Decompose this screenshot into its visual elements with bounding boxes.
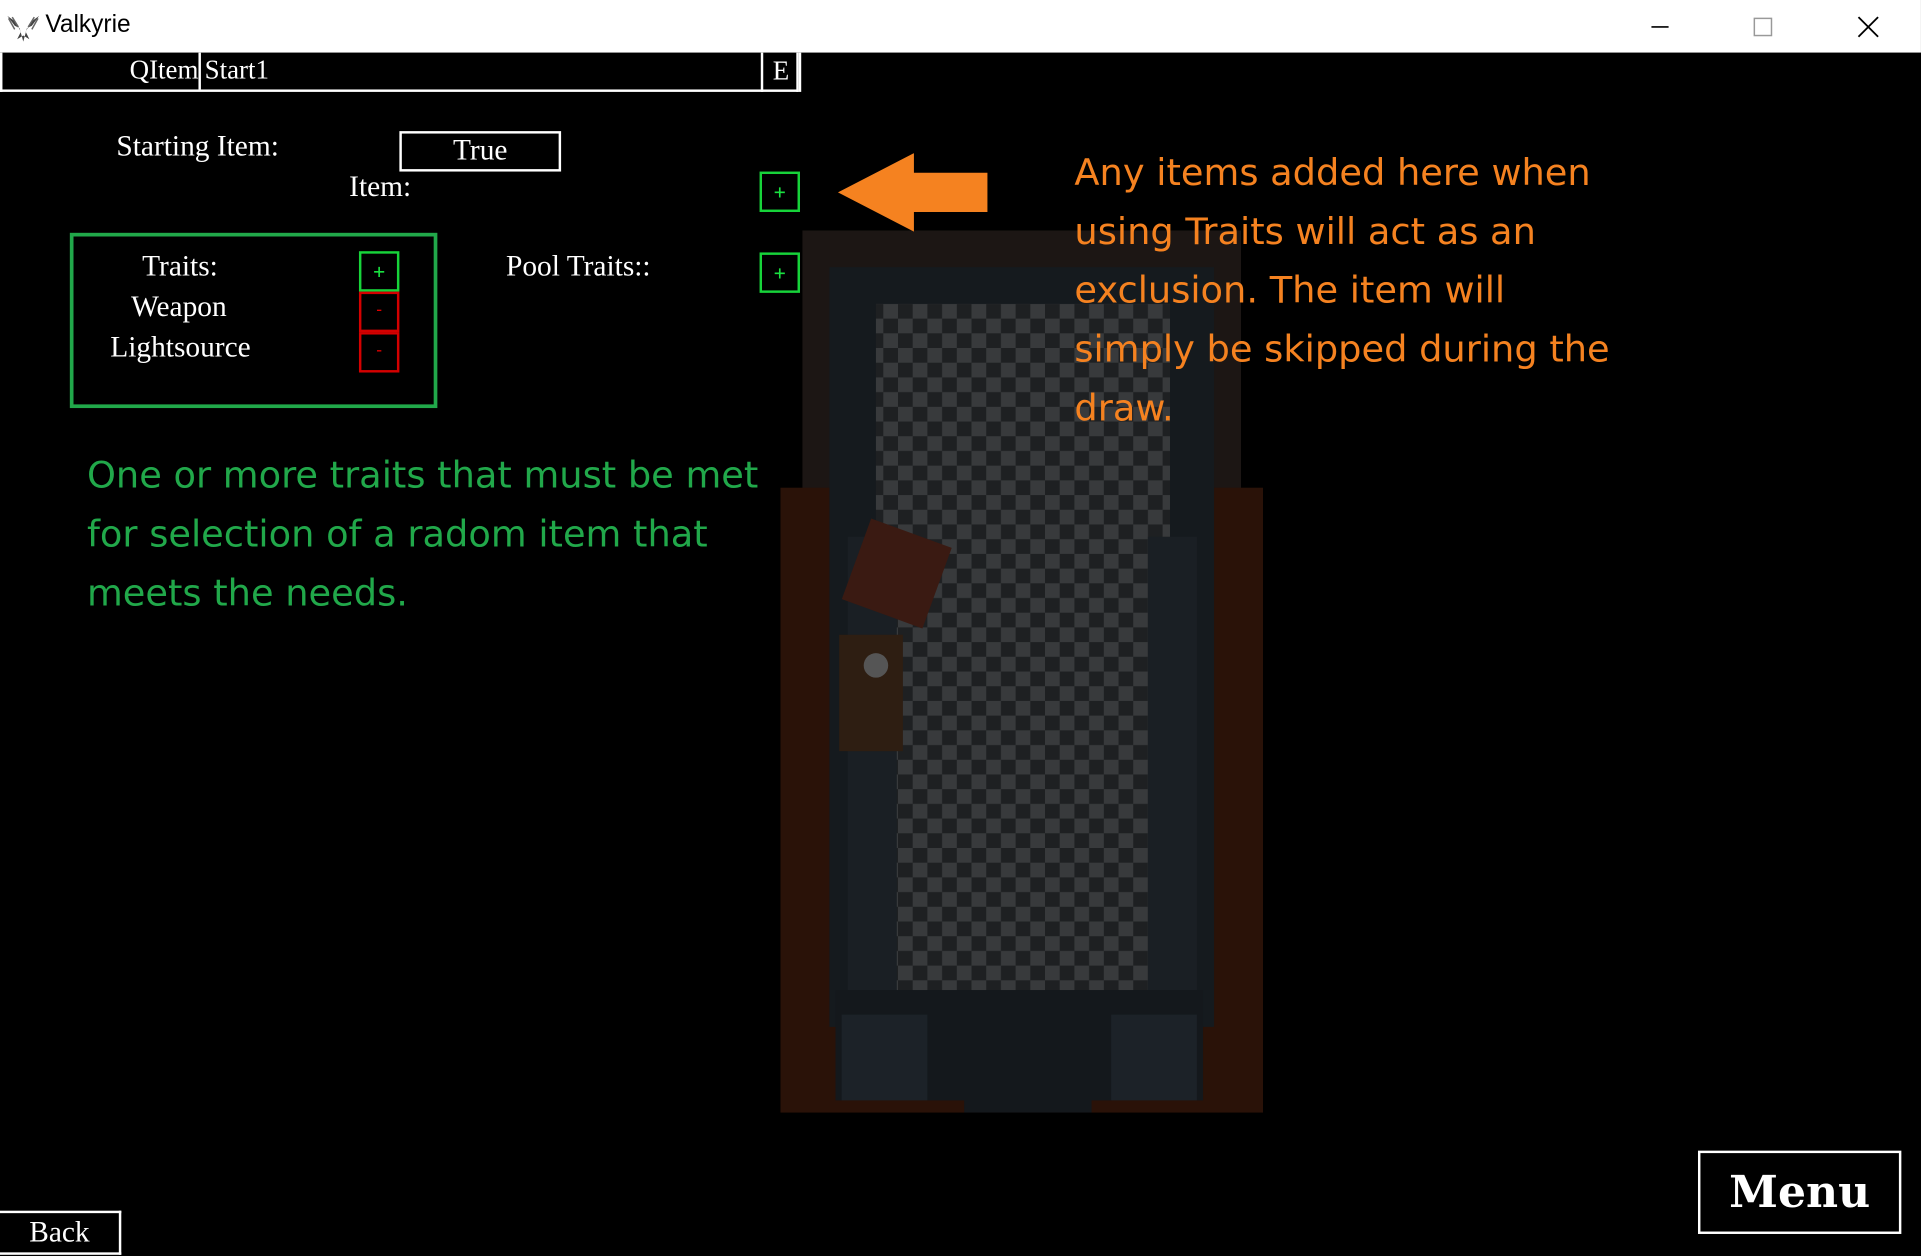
- trait-item-lightsource: Lightsource: [110, 332, 251, 364]
- remove-trait-lightsource-button[interactable]: -: [358, 332, 400, 373]
- title-bar: Valkyrie: [0, 0, 1921, 53]
- editor-content: QItem Start1 E Starting Item: True Item:…: [0, 52, 1921, 1256]
- pool-traits-label: Pool Traits::: [505, 251, 651, 284]
- starting-item-label: Starting Item:: [116, 131, 279, 163]
- item-exclusion-annotation: Any items added here when using Traits w…: [1074, 151, 1610, 431]
- add-item-button[interactable]: +: [759, 171, 800, 212]
- minimize-button[interactable]: [1607, 0, 1712, 53]
- starting-item-toggle[interactable]: True: [399, 131, 562, 172]
- minimize-icon: [1651, 25, 1669, 28]
- item-type-label: QItem: [129, 53, 199, 85]
- trait-item-weapon: Weapon: [131, 291, 227, 324]
- quest-item-name-bar: QItem Start1 E: [0, 52, 802, 92]
- remove-trait-weapon-button[interactable]: -: [358, 291, 400, 333]
- item-label: Item:: [349, 171, 412, 204]
- traits-label: Traits:: [142, 251, 218, 284]
- maximize-button[interactable]: [1710, 0, 1815, 53]
- add-trait-button[interactable]: +: [358, 251, 400, 292]
- maximize-icon: [1753, 17, 1773, 36]
- traits-annotation: One or more traits that must be met for …: [86, 454, 759, 616]
- back-button[interactable]: Back: [0, 1210, 122, 1255]
- close-button[interactable]: [1816, 0, 1921, 53]
- edit-name-button[interactable]: E: [760, 52, 802, 92]
- item-name-value[interactable]: Start1: [205, 54, 269, 86]
- close-icon: [1857, 15, 1879, 37]
- name-type-cell: QItem: [2, 52, 201, 90]
- arrow-left-icon: [837, 153, 988, 232]
- app-window: Valkyrie QItem Start1 E Starting Item: T…: [0, 0, 1921, 1256]
- add-pool-trait-button[interactable]: +: [759, 252, 800, 293]
- valkyrie-wings-icon: [7, 15, 40, 42]
- menu-button[interactable]: Menu: [1697, 1150, 1902, 1234]
- window-title: Valkyrie: [45, 11, 131, 38]
